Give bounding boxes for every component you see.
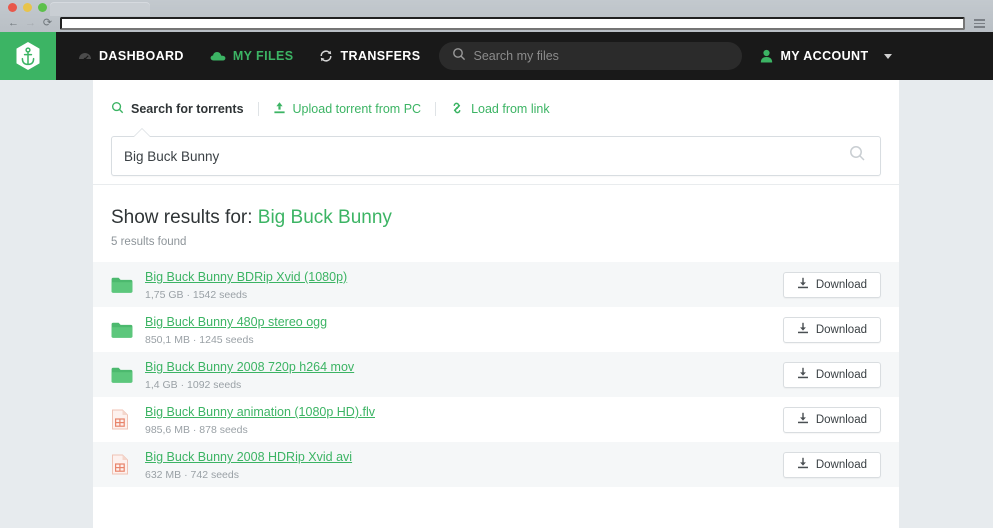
row-text: Big Buck Bunny animation (1080p HD).flv …: [145, 403, 783, 436]
nav-link-my-files-label: MY FILES: [232, 49, 294, 63]
header-search-input[interactable]: [473, 49, 724, 63]
search-icon[interactable]: [849, 145, 866, 167]
search-source-tabs: Search for torrents Upload torrent from …: [111, 98, 881, 120]
chevron-down-icon[interactable]: [883, 53, 892, 59]
sync-icon: [319, 49, 333, 63]
tab-load-from-link[interactable]: Load from link: [450, 101, 564, 118]
row-text: Big Buck Bunny 2008 720p h264 mov 1,4 GB…: [145, 358, 783, 391]
browser-chrome: ← → ⟳: [0, 0, 993, 32]
tab-divider: [257, 102, 259, 116]
search-panel: Search for torrents Upload torrent from …: [93, 80, 899, 185]
table-row[interactable]: Big Buck Bunny 480p stereo ogg 850,1 MB …: [93, 307, 899, 352]
tab-search-for-torrents[interactable]: Search for torrents: [111, 101, 258, 117]
nav-link-my-files[interactable]: MY FILES: [197, 32, 307, 80]
browser-tab[interactable]: [50, 2, 150, 16]
results-count: 5 results found: [111, 236, 187, 248]
download-icon: [797, 322, 809, 337]
browser-tabstrip: [0, 0, 993, 16]
results-title-prefix: Show results for:: [111, 207, 253, 228]
browser-nav-row: ← → ⟳: [0, 15, 993, 32]
download-button-label: Download: [815, 458, 867, 471]
row-meta: 1,4 GB · 1092 seeds: [145, 379, 242, 391]
link-icon: [450, 101, 464, 118]
content-card: Search for torrents Upload torrent from …: [93, 80, 899, 528]
results-list: Big Buck Bunny BDRip Xvid (1080p) 1,75 G…: [93, 262, 899, 487]
row-text: Big Buck Bunny 480p stereo ogg 850,1 MB …: [145, 313, 783, 346]
download-icon: [797, 277, 809, 292]
tab-load-from-link-label: Load from link: [471, 102, 550, 116]
active-tab-pointer: [134, 129, 150, 137]
url-input[interactable]: [60, 17, 965, 30]
anchor-hexagon-logo-svg: [16, 42, 40, 70]
hamburger-menu-icon[interactable]: [971, 17, 987, 30]
close-window-button[interactable]: [8, 3, 17, 12]
row-text: Big Buck Bunny BDRip Xvid (1080p) 1,75 G…: [145, 268, 783, 301]
download-button[interactable]: Download: [782, 316, 881, 343]
video-file-icon: [111, 409, 145, 430]
download-button[interactable]: Download: [782, 451, 881, 478]
app-header: DASHBOARD MY FILES TRANSFERS Search my f…: [0, 32, 993, 80]
anchor-hexagon-logo[interactable]: [0, 32, 56, 80]
tab-upload-torrent-from-pc-label: Upload torrent from PC: [292, 102, 422, 116]
download-icon: [797, 412, 809, 427]
folder-icon: [111, 321, 145, 339]
download-button[interactable]: Download: [782, 406, 881, 433]
cloud-icon: [210, 50, 226, 62]
search-icon: [452, 47, 466, 66]
back-arrow-icon[interactable]: ←: [5, 16, 22, 31]
header-search[interactable]: [439, 42, 743, 70]
video-file-icon: [111, 454, 145, 475]
download-button-label: Download: [815, 278, 867, 291]
download-icon: [797, 457, 809, 472]
nav-link-dashboard-label: DASHBOARD: [99, 49, 184, 63]
folder-icon: [111, 366, 145, 384]
reload-icon[interactable]: ⟳: [39, 16, 56, 31]
download-button[interactable]: Download: [782, 271, 881, 298]
gauge-icon: [78, 49, 92, 63]
results-query: Big Buck Bunny: [257, 207, 392, 228]
nav-link-dashboard[interactable]: DASHBOARD: [65, 32, 197, 80]
row-meta: 632 MB · 742 seeds: [145, 469, 239, 481]
my-account-menu[interactable]: MY ACCOUNT: [760, 32, 892, 80]
user-icon: [760, 49, 773, 63]
row-title-link[interactable]: Big Buck Bunny animation (1080p HD).flv: [145, 405, 375, 419]
row-meta: 850,1 MB · 1245 seeds: [145, 334, 254, 346]
page-background: Search for torrents Upload torrent from …: [0, 80, 993, 528]
tab-search-for-torrents-label: Search for torrents: [131, 102, 244, 116]
download-button-label: Download: [815, 413, 867, 426]
row-title-link[interactable]: Big Buck Bunny 2008 HDRip Xvid avi: [145, 450, 352, 464]
row-title-link[interactable]: Big Buck Bunny 480p stereo ogg: [145, 315, 327, 329]
forward-arrow-icon[interactable]: →: [22, 16, 39, 31]
table-row[interactable]: Big Buck Bunny 2008 HDRip Xvid avi 632 M…: [93, 442, 899, 487]
row-title-link[interactable]: Big Buck Bunny BDRip Xvid (1080p): [145, 270, 347, 284]
download-button-label: Download: [815, 323, 867, 336]
table-row[interactable]: Big Buck Bunny 2008 720p h264 mov 1,4 GB…: [93, 352, 899, 397]
table-row[interactable]: Big Buck Bunny BDRip Xvid (1080p) 1,75 G…: [93, 262, 899, 307]
torrent-search-box[interactable]: [111, 129, 881, 176]
row-text: Big Buck Bunny 2008 HDRip Xvid avi 632 M…: [145, 448, 783, 481]
results-section: Show results for: Big Buck Bunny 5 resul…: [93, 185, 899, 487]
nav-link-transfers[interactable]: TRANSFERS: [306, 32, 433, 80]
folder-icon: [111, 276, 145, 294]
minimize-window-button[interactable]: [23, 3, 32, 12]
download-icon: [797, 367, 809, 382]
search-icon: [111, 101, 124, 117]
upload-icon: [273, 101, 286, 118]
my-account-label: MY ACCOUNT: [780, 49, 869, 63]
row-meta: 985,6 MB · 878 seeds: [145, 424, 248, 436]
row-meta: 1,75 GB · 1542 seeds: [145, 289, 248, 301]
row-title-link[interactable]: Big Buck Bunny 2008 720p h264 mov: [145, 360, 354, 374]
table-row[interactable]: Big Buck Bunny animation (1080p HD).flv …: [93, 397, 899, 442]
tab-upload-torrent-from-pc[interactable]: Upload torrent from PC: [273, 101, 436, 118]
torrent-search-input[interactable]: [112, 148, 849, 164]
download-button[interactable]: Download: [782, 361, 881, 388]
page-title: Show results for: Big Buck Bunny: [111, 207, 881, 229]
header-nav: DASHBOARD MY FILES TRANSFERS: [65, 32, 433, 80]
results-header: Show results for: Big Buck Bunny 5 resul…: [93, 185, 899, 262]
download-button-label: Download: [815, 368, 867, 381]
maximize-window-button[interactable]: [38, 3, 47, 12]
nav-link-transfers-label: TRANSFERS: [340, 49, 421, 63]
window-traffic-lights: [8, 3, 47, 12]
tab-divider: [435, 102, 437, 116]
